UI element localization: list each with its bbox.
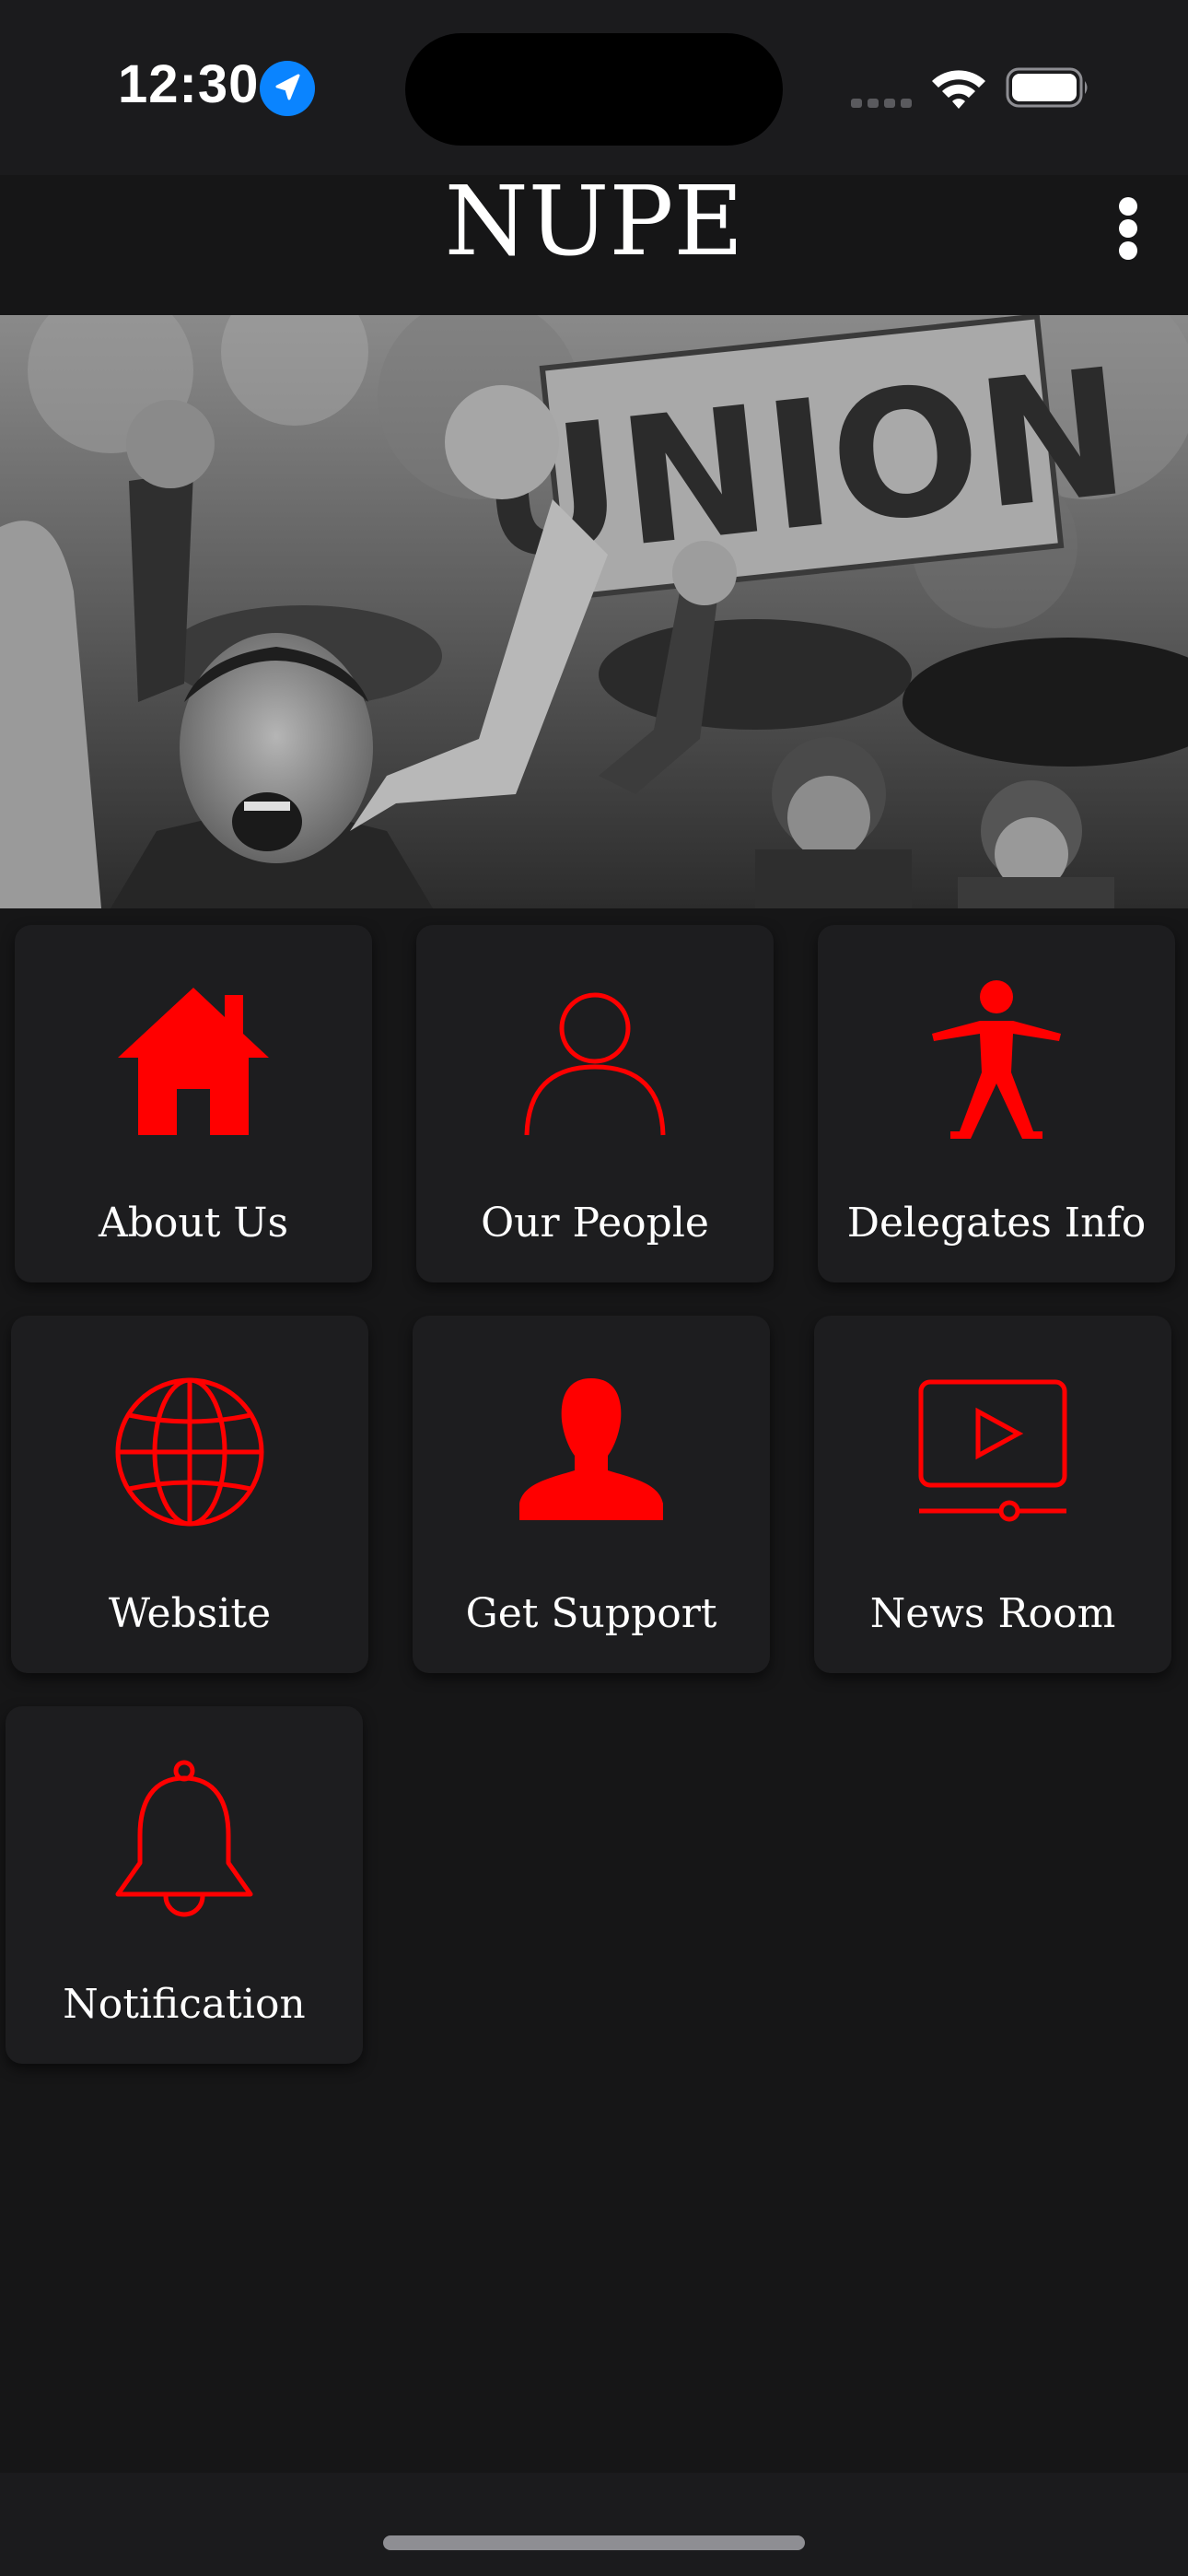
tile-label: Our People	[481, 1200, 709, 1247]
standing-person-icon	[904, 969, 1089, 1153]
status-time: 12:30	[118, 54, 260, 114]
globe-icon	[98, 1360, 282, 1544]
tile-label: Delegates Info	[846, 1200, 1147, 1247]
app-title: NUPE	[444, 165, 744, 277]
tile-label: Get Support	[465, 1590, 717, 1637]
battery-icon	[1006, 66, 1090, 109]
menu-dot	[1119, 241, 1137, 260]
dynamic-island	[405, 33, 783, 146]
tile-about-us[interactable]: About Us	[15, 925, 372, 1282]
bell-icon	[92, 1751, 276, 1935]
tile-our-people[interactable]: Our People	[416, 925, 774, 1282]
more-options-button[interactable]	[1105, 190, 1151, 260]
tile-news-room[interactable]: News Room	[814, 1316, 1171, 1673]
menu-dot	[1119, 219, 1137, 238]
home-icon	[101, 969, 285, 1153]
person-outline-icon	[503, 969, 687, 1153]
wifi-icon	[930, 66, 987, 111]
home-indicator[interactable]	[383, 2535, 805, 2550]
video-play-icon	[901, 1360, 1085, 1544]
tile-label: Website	[108, 1590, 272, 1637]
tile-notification[interactable]: Notification	[6, 1706, 363, 2064]
bottom-bar	[0, 2473, 1188, 2576]
tile-label: About Us	[98, 1200, 289, 1247]
status-bar: 12:30	[0, 0, 1188, 175]
cellular-signal-icon	[851, 96, 912, 109]
user-silhouette-icon	[499, 1360, 683, 1544]
hero-image: UNION	[0, 315, 1188, 908]
more-vertical-icon	[1119, 197, 1137, 216]
location-arrow-icon	[260, 61, 315, 116]
tile-get-support[interactable]: Get Support	[413, 1316, 770, 1673]
tile-website[interactable]: Website	[11, 1316, 368, 1673]
tile-delegates-info[interactable]: Delegates Info	[818, 925, 1175, 1282]
tile-label: Notification	[63, 1981, 306, 2028]
tile-label: News Room	[869, 1590, 1116, 1637]
